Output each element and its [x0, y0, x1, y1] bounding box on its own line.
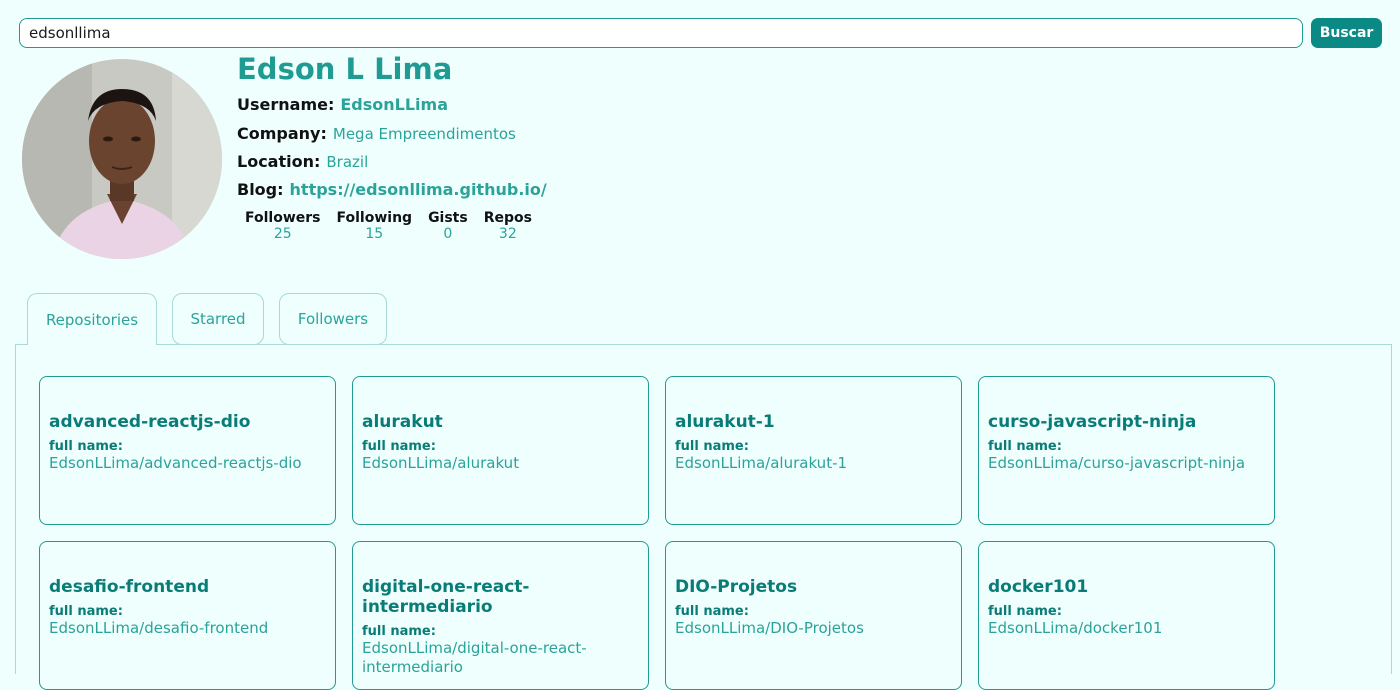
search-bar: Buscar [19, 18, 1382, 48]
stat-value: 0 [443, 226, 453, 242]
repo-card[interactable]: docker101 full name: EdsonLLima/docker10… [978, 541, 1275, 690]
tab-followers[interactable]: Followers [279, 293, 387, 345]
full-name-label: full name: [49, 604, 123, 619]
repo-name: curso-javascript-ninja [988, 412, 1197, 432]
full-name-value: EdsonLLima/digital-one-react-intermediar… [362, 639, 587, 676]
full-name-value: EdsonLLima/advanced-reactjs-dio [49, 454, 302, 472]
username-link[interactable]: EdsonLLima [340, 95, 448, 114]
repo-card[interactable]: DIO-Projetos full name: EdsonLLima/DIO-P… [665, 541, 962, 690]
company-row: Company: Mega Empreendimentos [237, 124, 516, 143]
full-name-value: EdsonLLima/alurakut [362, 454, 520, 472]
tab-starred[interactable]: Starred [172, 293, 264, 345]
search-button[interactable]: Buscar [1311, 18, 1382, 48]
blog-label: Blog: [237, 180, 284, 199]
stat-repos: Repos 32 [484, 210, 532, 242]
active-tab-gap [28, 343, 156, 346]
full-name-label: full name: [988, 439, 1062, 454]
repo-card[interactable]: digital-one-react-intermediario full nam… [352, 541, 649, 690]
stat-value: 25 [273, 226, 292, 242]
full-name-label: full name: [675, 604, 749, 619]
full-name-label: full name: [49, 439, 123, 454]
full-name-label: full name: [362, 439, 436, 454]
blog-link[interactable]: https://edsonllima.github.io/ [290, 180, 547, 199]
repo-card[interactable]: desafio-frontend full name: EdsonLLima/d… [39, 541, 336, 690]
repo-card[interactable]: curso-javascript-ninja full name: EdsonL… [978, 376, 1275, 525]
full-name-label: full name: [675, 439, 749, 454]
avatar [22, 59, 222, 259]
repo-name: docker101 [988, 577, 1089, 597]
repo-name: digital-one-react-intermediario [362, 577, 530, 617]
location-label: Location: [237, 152, 321, 171]
avatar-photo [22, 59, 222, 259]
stat-label: Repos [483, 210, 532, 226]
repo-name: alurakut-1 [675, 412, 775, 432]
search-input[interactable] [19, 18, 1303, 48]
repo-name: desafio-frontend [49, 577, 210, 597]
repo-name: advanced-reactjs-dio [49, 412, 251, 432]
stat-gists: Gists 0 [428, 210, 468, 242]
full-name-value: EdsonLLima/desafio-frontend [49, 619, 269, 637]
blog-row: Blog: https://edsonllima.github.io/ [237, 180, 547, 199]
full-name-value: EdsonLLima/docker101 [988, 619, 1163, 637]
stat-label: Following [336, 210, 413, 226]
repo-name: DIO-Projetos [675, 577, 798, 597]
stat-label: Followers [245, 210, 321, 226]
full-name-value: EdsonLLima/curso-javascript-ninja [988, 454, 1246, 472]
repo-name: alurakut [362, 412, 443, 432]
profile-stats: Followers 25 Following 15 Gists 0 Repos … [245, 210, 548, 242]
full-name-value: EdsonLLima/alurakut-1 [675, 454, 848, 472]
location-row: Location: Brazil [237, 152, 368, 171]
repo-card[interactable]: advanced-reactjs-dio full name: EdsonLLi… [39, 376, 336, 525]
stat-value: 32 [498, 226, 517, 242]
tab-repositories[interactable]: Repositories [27, 293, 157, 345]
stat-label: Gists [428, 210, 468, 226]
stat-following: Following 15 [337, 210, 413, 242]
username-row: Username: EdsonLLima [237, 95, 448, 114]
username-label: Username: [237, 95, 335, 114]
profile-name: Edson L Lima [237, 52, 453, 86]
full-name-label: full name: [988, 604, 1062, 619]
repo-card[interactable]: alurakut-1 full name: EdsonLLima/aluraku… [665, 376, 962, 525]
company-label: Company: [237, 124, 327, 143]
stat-followers: Followers 25 [245, 210, 321, 242]
company-value: Mega Empreendimentos [332, 125, 516, 143]
location-value: Brazil [326, 153, 369, 171]
stat-value: 15 [365, 226, 384, 242]
full-name-value: EdsonLLima/DIO-Projetos [675, 619, 864, 637]
repo-card[interactable]: alurakut full name: EdsonLLima/alurakut [352, 376, 649, 525]
full-name-label: full name: [362, 624, 436, 639]
